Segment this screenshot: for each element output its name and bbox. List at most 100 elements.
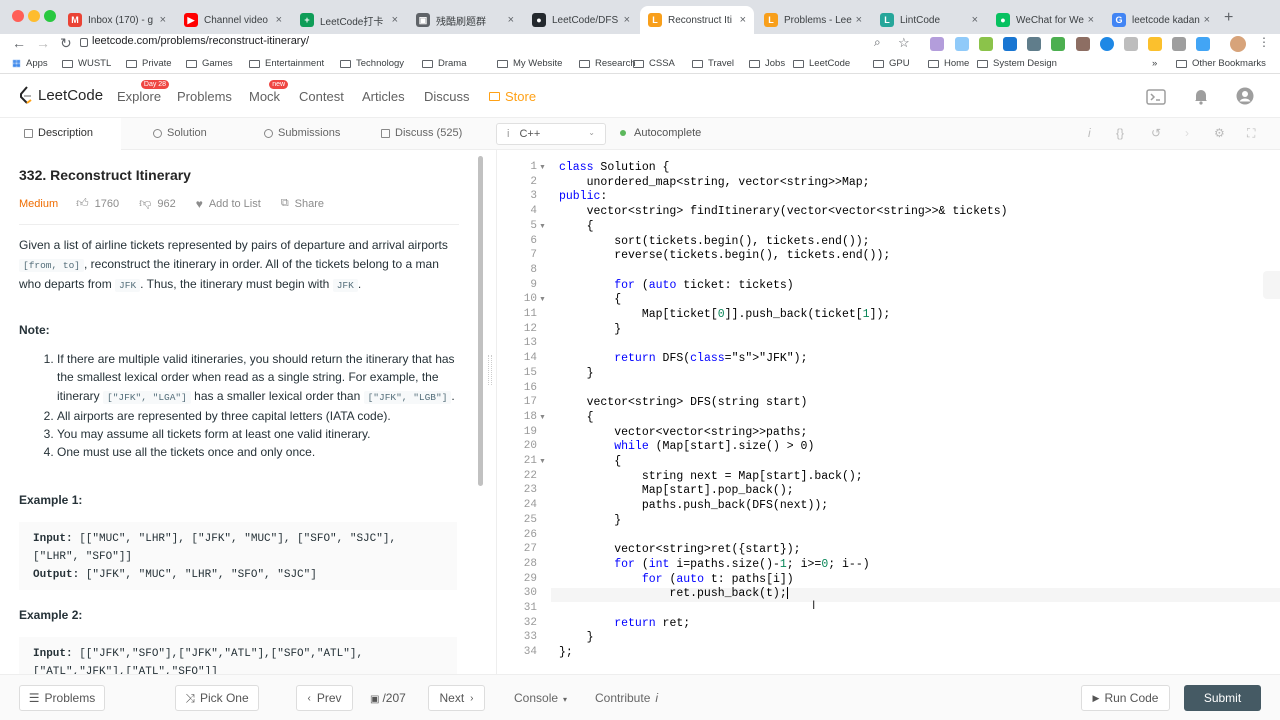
fold-arrow-icon[interactable]: ▼ <box>539 458 546 465</box>
close-window-button[interactable] <box>12 10 24 22</box>
add-to-list-button[interactable]: ♥ Add to List <box>196 197 261 211</box>
nav-problems[interactable]: Problems <box>177 89 232 104</box>
close-tab-icon[interactable]: × <box>856 14 862 26</box>
extension-icon[interactable] <box>930 37 944 51</box>
problems-list-button[interactable]: ☰ Problems <box>19 685 105 711</box>
bookmark-item[interactable]: System Design <box>977 58 1057 69</box>
nav-discuss[interactable]: Discuss <box>424 89 470 104</box>
bookmark-item[interactable]: Jobs <box>749 58 785 69</box>
bookmark-item[interactable]: My Website <box>497 58 562 69</box>
fullscreen-icon[interactable]: ⛶ <box>1247 126 1255 141</box>
close-tab-icon[interactable]: × <box>740 14 746 26</box>
info-icon[interactable]: i <box>1088 126 1091 140</box>
close-tab-icon[interactable]: × <box>1088 14 1094 26</box>
language-select[interactable]: i C++ ⌄ <box>496 123 606 145</box>
reload-icon[interactable]: ↻ <box>60 35 72 52</box>
extension-icon[interactable] <box>1051 37 1065 51</box>
user-avatar-icon[interactable] <box>1236 87 1254 105</box>
notification-bell-icon[interactable] <box>1193 88 1209 105</box>
settings-gear-icon[interactable]: ⚙ <box>1214 126 1225 140</box>
nav-articles[interactable]: Articles <box>362 89 405 104</box>
nav-store[interactable]: Store <box>489 89 536 104</box>
extension-icon[interactable] <box>1003 37 1017 51</box>
nav-contest[interactable]: Contest <box>299 89 344 104</box>
zoom-icon[interactable]: ⌕ <box>874 35 881 50</box>
contribute-link[interactable]: Contribute i <box>595 691 658 705</box>
bookmark-item[interactable]: Home <box>928 58 969 69</box>
prev-button[interactable]: ‹ Prev <box>296 685 353 711</box>
bookmark-item[interactable]: Travel <box>692 58 734 69</box>
other-bookmarks[interactable]: Other Bookmarks <box>1176 58 1266 69</box>
like-button[interactable]: 👍︎ 1760 <box>76 196 119 211</box>
browser-tab[interactable]: ▣ 残酷刷题群 × <box>408 6 522 34</box>
chrome-menu-icon[interactable]: ⋮ <box>1258 35 1270 49</box>
browser-tab[interactable]: L Reconstruct Iti × <box>640 6 754 34</box>
browser-tab[interactable]: L Problems - Lee × <box>756 6 870 34</box>
tab-solution[interactable]: Solution <box>153 127 207 139</box>
browser-tab[interactable]: ● LeetCode/DFS × <box>524 6 638 34</box>
extension-icon[interactable] <box>1124 37 1138 51</box>
fold-arrow-icon[interactable]: ▼ <box>539 414 546 421</box>
extension-icon[interactable] <box>1196 37 1210 51</box>
bookmark-star-icon[interactable]: ☆ <box>898 35 910 51</box>
code-editor[interactable]: 1 ▼ class Solution {2 unordered_map<string… <box>496 150 1280 674</box>
fold-arrow-icon[interactable]: ▼ <box>539 164 546 171</box>
extension-icon[interactable] <box>1172 37 1186 51</box>
reset-icon[interactable]: ↺ <box>1151 126 1161 140</box>
extension-icon[interactable] <box>1076 37 1090 51</box>
fold-arrow-icon[interactable]: ▼ <box>539 296 546 303</box>
extension-icon[interactable] <box>955 37 969 51</box>
autocomplete-toggle[interactable]: Autocomplete <box>620 127 701 139</box>
bookmark-item[interactable]: ▦ Apps <box>12 58 48 69</box>
more-bookmarks-button[interactable]: » <box>1152 58 1157 69</box>
close-tab-icon[interactable]: × <box>972 14 978 26</box>
tab-discuss[interactable]: Discuss (525) <box>381 127 462 139</box>
forward-icon[interactable]: → <box>36 35 50 51</box>
close-tab-icon[interactable]: × <box>392 14 398 26</box>
fold-arrow-icon[interactable]: ▼ <box>539 223 546 230</box>
pick-one-button[interactable]: ⤨ Pick One <box>175 685 259 711</box>
tab-submissions[interactable]: Submissions <box>264 127 340 139</box>
close-tab-icon[interactable]: × <box>160 14 166 26</box>
minimize-window-button[interactable] <box>28 10 40 22</box>
close-tab-icon[interactable]: × <box>508 14 514 26</box>
share-button[interactable]: ⧉ Share <box>281 197 324 210</box>
bookmark-item[interactable]: Games <box>186 58 233 69</box>
bookmark-item[interactable]: Entertainment <box>249 58 324 69</box>
browser-tab[interactable]: ● WeChat for We × <box>988 6 1102 34</box>
extension-icon[interactable] <box>979 37 993 51</box>
next-button[interactable]: Next › <box>428 685 485 711</box>
braces-icon[interactable]: {} <box>1116 126 1124 140</box>
close-tab-icon[interactable]: × <box>276 14 282 26</box>
bookmark-item[interactable]: Technology <box>340 58 404 69</box>
new-tab-button[interactable]: + <box>1224 9 1233 27</box>
dislike-button[interactable]: 👎︎ 962 <box>139 196 176 211</box>
extension-icon[interactable] <box>1027 37 1041 51</box>
description-scrollbar[interactable] <box>478 156 483 486</box>
browser-tab[interactable]: Gleetcode kadan × <box>1104 6 1218 34</box>
side-panel-handle[interactable] <box>1263 271 1280 299</box>
leetcode-logo[interactable]: LeetCode <box>18 86 103 104</box>
nav-explore[interactable]: Explore Day 28 <box>117 80 170 104</box>
browser-tab[interactable]: ▶ Channel video × <box>176 6 290 34</box>
bookmark-item[interactable]: GPU <box>873 58 910 69</box>
bookmark-item[interactable]: Research <box>579 58 636 69</box>
bookmark-item[interactable]: Private <box>126 58 172 69</box>
run-code-button[interactable]: ▶ Run Code <box>1081 685 1170 711</box>
bookmark-item[interactable]: CSSA <box>633 58 675 69</box>
playground-icon[interactable] <box>1146 89 1166 105</box>
bookmark-item[interactable]: LeetCode <box>793 58 850 69</box>
debug-icon[interactable]: › <box>1185 126 1189 140</box>
back-icon[interactable]: ← <box>12 35 26 51</box>
profile-avatar[interactable] <box>1230 36 1246 52</box>
nav-mock[interactable]: Mock new <box>249 80 289 104</box>
console-toggle[interactable]: Console ▾ <box>514 691 567 705</box>
url-field[interactable]: leetcode.com/problems/reconstruct-itiner… <box>92 35 309 47</box>
maximize-window-button[interactable] <box>44 10 56 22</box>
tab-description[interactable]: Description <box>24 127 93 139</box>
browser-tab[interactable]: + LeetCode打卡 × <box>292 6 406 34</box>
close-tab-icon[interactable]: × <box>1204 14 1210 26</box>
browser-tab[interactable]: L LintCode × <box>872 6 986 34</box>
close-tab-icon[interactable]: × <box>624 14 630 26</box>
browser-tab[interactable]: M Inbox (170) - g × <box>60 6 174 34</box>
